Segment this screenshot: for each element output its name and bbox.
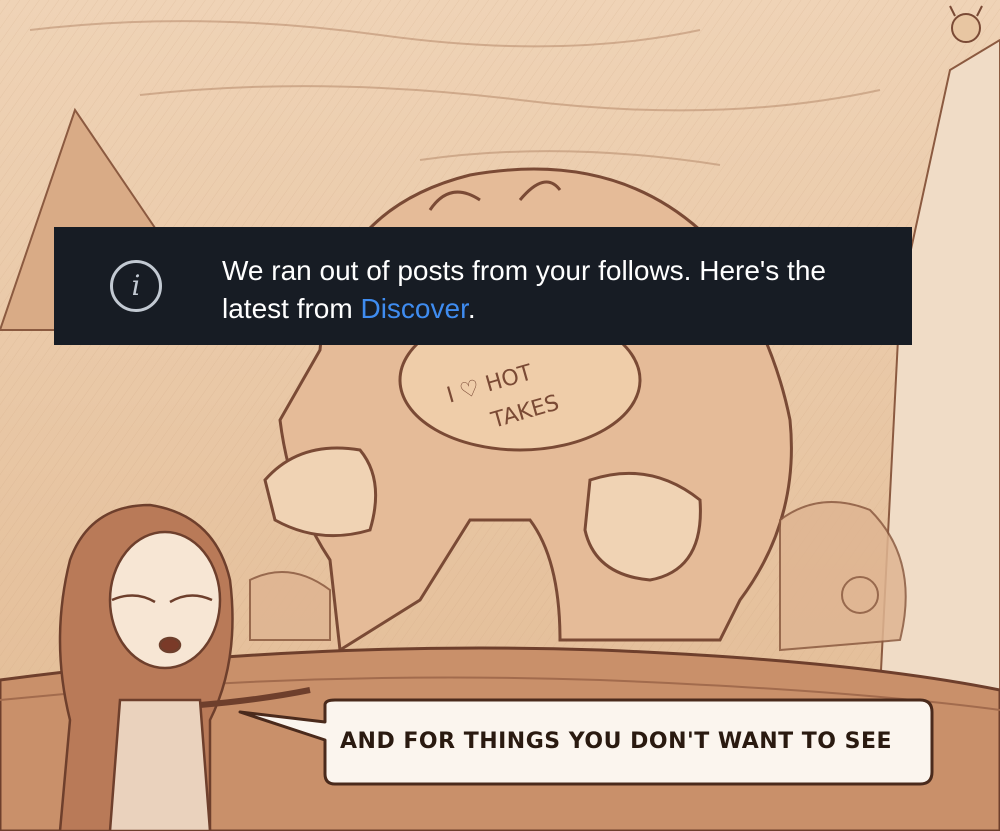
info-icon: i (110, 260, 162, 312)
discover-link[interactable]: Discover (360, 293, 467, 324)
notice-message-end: . (467, 293, 476, 324)
notice-message: We ran out of posts from your follows. H… (222, 252, 897, 328)
notice-message-text: We ran out of posts from your follows. H… (222, 255, 826, 324)
speech-bubble-text: AND FOR THINGS YOU DON'T WANT TO SEE (340, 729, 893, 754)
comic-illustration: I ♡ HOT TAKES (0, 0, 1000, 831)
